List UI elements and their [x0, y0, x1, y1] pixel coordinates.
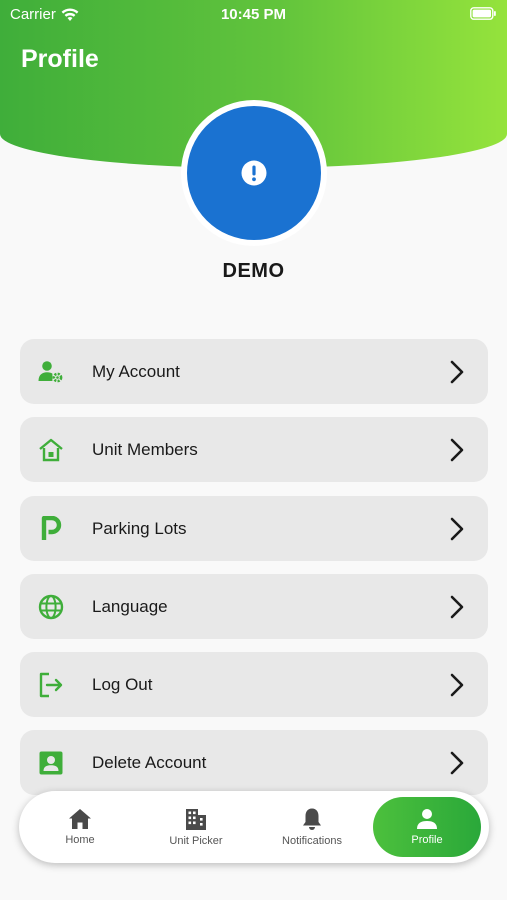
chevron-right-icon — [450, 751, 464, 775]
tab-label: Notifications — [282, 835, 342, 847]
chevron-right-icon — [450, 595, 464, 619]
tab-unit-picker[interactable]: Unit Picker — [138, 791, 254, 863]
chevron-right-icon — [450, 438, 464, 462]
home-icon — [69, 809, 91, 829]
clock: 10:45 PM — [220, 6, 287, 23]
avatar[interactable] — [187, 106, 321, 240]
chevron-right-icon — [450, 517, 464, 541]
tab-label: Home — [65, 834, 95, 846]
profile-name: DEMO — [222, 260, 285, 282]
bottom-tab-bar: Home Unit Picker Notifications Profile — [19, 791, 489, 863]
menu-item-language[interactable]: Language — [20, 574, 488, 639]
menu-item-log-out[interactable]: Log Out — [20, 652, 488, 717]
alert-icon — [241, 160, 267, 186]
chevron-right-icon — [450, 360, 464, 384]
globe-icon — [38, 594, 64, 620]
tab-label: Profile — [411, 834, 443, 846]
tab-home[interactable]: Home — [22, 791, 138, 863]
status-bar: Carrier 10:45 PM — [0, 0, 507, 30]
user-gear-icon — [38, 361, 63, 383]
person-icon — [417, 809, 437, 829]
tab-label: Unit Picker — [169, 835, 223, 847]
menu-item-label: My Account — [92, 361, 180, 381]
chevron-right-icon — [450, 673, 464, 697]
tab-profile[interactable]: Profile — [373, 797, 481, 857]
menu-item-unit-members[interactable]: Unit Members — [20, 417, 488, 482]
menu-item-label: Delete Account — [92, 752, 207, 772]
page-title: Profile — [21, 45, 99, 73]
tab-notifications[interactable]: Notifications — [254, 791, 370, 863]
battery-icon — [470, 7, 496, 20]
menu-item-label: Language — [92, 596, 168, 616]
bell-icon — [303, 808, 321, 830]
account-box-icon — [39, 751, 63, 775]
logout-icon — [39, 672, 63, 698]
menu-item-delete-account[interactable]: Delete Account — [20, 730, 488, 795]
menu-item-label: Parking Lots — [92, 518, 187, 538]
menu-item-my-account[interactable]: My Account — [20, 339, 488, 404]
menu-item-label: Unit Members — [92, 439, 198, 459]
menu-item-label: Log Out — [92, 674, 153, 694]
home-icon — [39, 438, 63, 462]
menu-item-parking-lots[interactable]: Parking Lots — [20, 496, 488, 561]
building-icon — [186, 809, 206, 830]
parking-icon — [41, 516, 62, 540]
